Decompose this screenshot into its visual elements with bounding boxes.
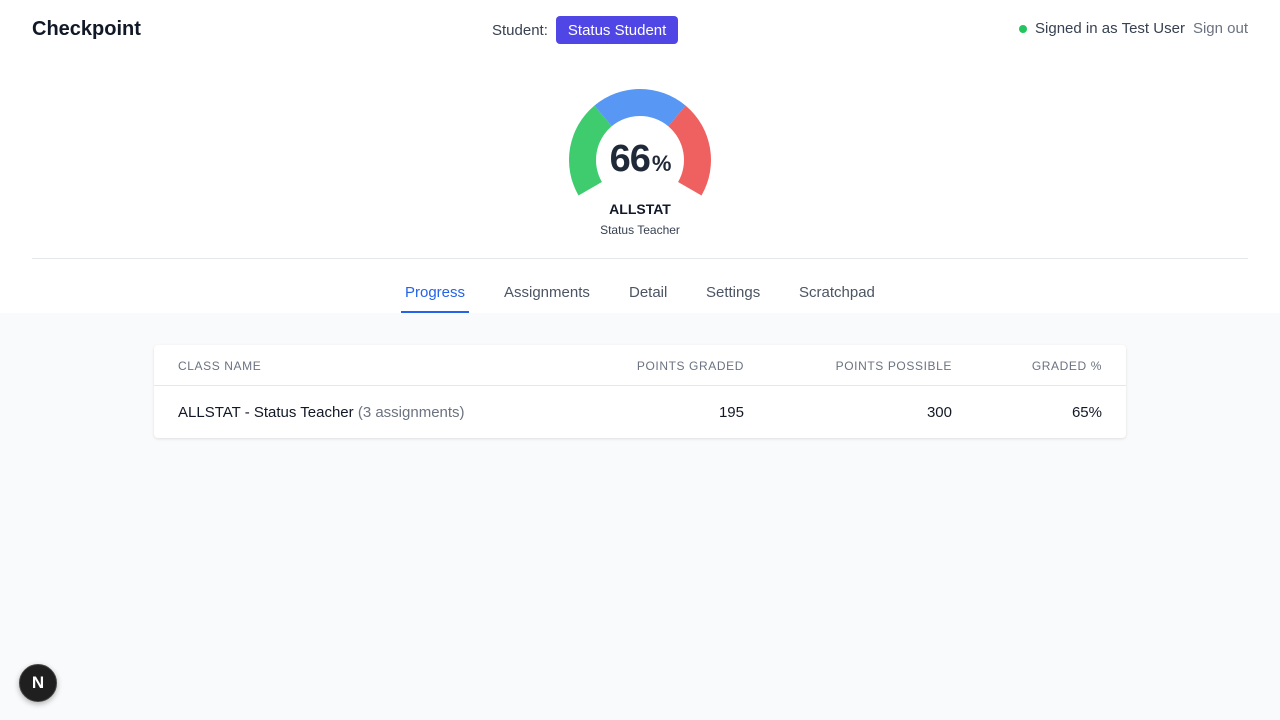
gauge-unit: % (651, 151, 672, 176)
tab-progress[interactable]: Progress (401, 272, 470, 313)
app-header: Checkpoint Student: Status Student Signe… (0, 0, 1280, 60)
sign-out-link[interactable]: Sign out (1193, 20, 1248, 37)
student-picker: Student: Status Student (492, 16, 679, 44)
progress-table: CLASS NAME POINTS GRADED POINTS POSSIBLE… (154, 345, 1126, 438)
grade-gauge: 66% ALLSTAT Status Teacher (560, 82, 720, 242)
gauge-band-mid (594, 89, 686, 127)
assignment-count: (3 assignments) (357, 404, 465, 421)
table-header: CLASS NAME POINTS GRADED POINTS POSSIBLE… (154, 345, 1126, 386)
online-status-icon (1019, 24, 1028, 33)
graded-percent-cell: 65% (1071, 404, 1102, 421)
user-area: Signed in as Test User Sign out (1019, 20, 1248, 37)
tab-settings[interactable]: Settings (702, 272, 764, 313)
student-label: Student: (492, 21, 548, 39)
tab-assignments[interactable]: Assignments (500, 272, 594, 313)
column-header-points-graded: POINTS GRADED (636, 359, 744, 373)
gauge-teacher-name: Status Teacher (600, 223, 680, 237)
signed-in-text: Signed in as (1035, 20, 1118, 37)
header-divider (32, 258, 1248, 259)
column-header-class-name: CLASS NAME (178, 359, 262, 373)
points-graded-cell: 195 (718, 404, 744, 421)
tab-scratchpad[interactable]: Scratchpad (795, 272, 879, 313)
table-row[interactable]: ALLSTAT - Status Teacher (3 assignments)… (154, 386, 1126, 438)
tab-detail[interactable]: Detail (625, 272, 671, 313)
gauge-class-code: ALLSTAT (609, 201, 671, 217)
column-header-points-possible: POINTS POSSIBLE (835, 359, 952, 373)
student-select-button[interactable]: Status Student (555, 16, 679, 44)
app-brand[interactable]: Checkpoint (32, 18, 141, 41)
top-panel: Checkpoint Student: Status Student Signe… (0, 0, 1280, 313)
class-name-cell[interactable]: ALLSTAT - Status Teacher (3 assignments) (178, 404, 465, 421)
tab-bar: Progress Assignments Detail Settings Scr… (0, 272, 1280, 313)
user-name: Test User (1121, 20, 1185, 37)
gauge-value: 66% (560, 138, 720, 181)
points-possible-cell: 300 (926, 404, 952, 421)
class-name: ALLSTAT - Status Teacher (178, 404, 354, 421)
nextjs-logo-icon[interactable]: N (19, 664, 57, 702)
column-header-graded-percent: GRADED % (1031, 359, 1102, 373)
gauge-number: 66 (609, 138, 651, 180)
